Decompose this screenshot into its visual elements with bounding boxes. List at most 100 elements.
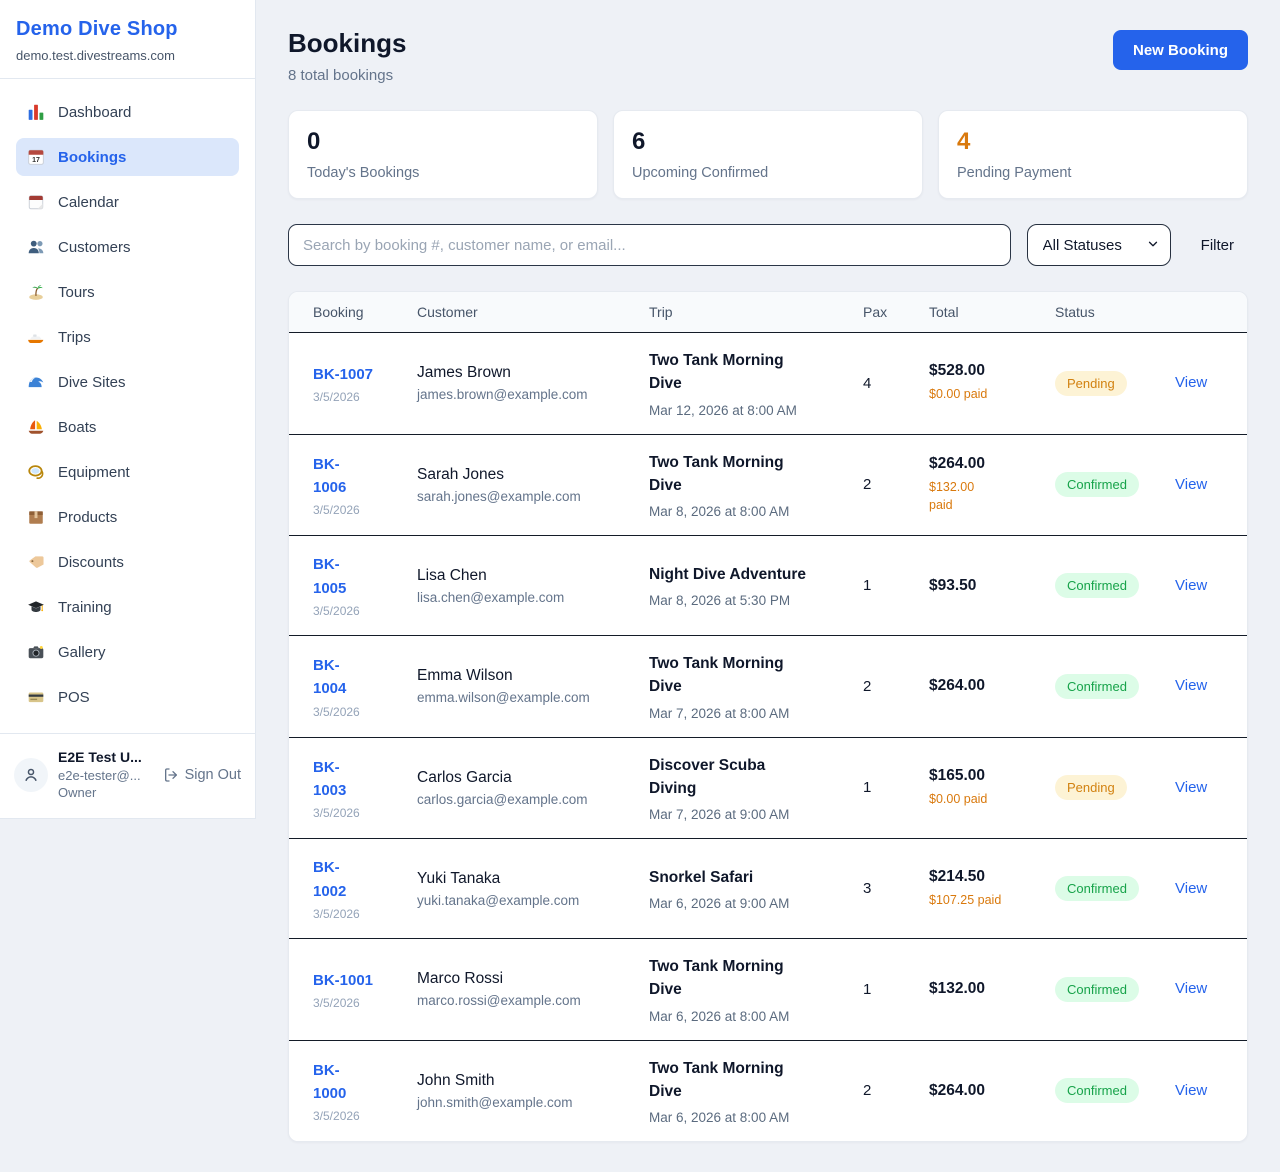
view-link[interactable]: View	[1175, 476, 1207, 493]
stat-label: Today's Bookings	[307, 165, 579, 181]
booking-cell: BK- 1000 3/5/2026	[313, 1059, 417, 1124]
booking-id-link[interactable]: BK- 1000	[313, 1059, 346, 1106]
view-link[interactable]: View	[1175, 577, 1207, 594]
customer-email: marco.rossi@example.com	[417, 993, 637, 1008]
wave-icon	[26, 372, 46, 392]
booking-cell: BK- 1006 3/5/2026	[313, 453, 417, 518]
sidebar-item-dive-sites[interactable]: Dive Sites	[16, 363, 239, 401]
trip-datetime: Mar 8, 2026 at 8:00 AM	[649, 504, 851, 519]
pax-value: 1	[863, 779, 929, 796]
sidebar-item-products[interactable]: Products	[16, 498, 239, 536]
sidebar-item-label: Discounts	[58, 554, 124, 571]
total-cell: $214.50 $107.25 paid	[929, 868, 1055, 910]
filter-row: All Statuses Filter	[288, 224, 1248, 266]
status-select[interactable]: All Statuses	[1027, 224, 1171, 266]
sidebar-item-label: Products	[58, 509, 117, 526]
paid-amount: $0.00 paid	[929, 385, 1043, 404]
trip-datetime: Mar 12, 2026 at 8:00 AM	[649, 403, 851, 418]
search-input[interactable]	[288, 224, 1011, 266]
table-row: BK- 1003 3/5/2026 Carlos Garcia carlos.g…	[289, 738, 1247, 840]
sidebar-item-training[interactable]: Training	[16, 588, 239, 626]
trip-datetime: Mar 6, 2026 at 8:00 AM	[649, 1009, 851, 1024]
view-link[interactable]: View	[1175, 880, 1207, 897]
table-row: BK- 1004 3/5/2026 Emma Wilson emma.wilso…	[289, 636, 1247, 738]
sidebar-item-customers[interactable]: Customers	[16, 228, 239, 266]
status-cell: Confirmed	[1055, 573, 1175, 598]
total-cell: $264.00	[929, 1082, 1055, 1100]
status-badge: Confirmed	[1055, 674, 1139, 699]
sidebar-item-equipment[interactable]: Equipment	[16, 453, 239, 491]
booking-id-link[interactable]: BK- 1006	[313, 453, 346, 500]
view-link[interactable]: View	[1175, 1082, 1207, 1099]
island-icon	[26, 282, 46, 302]
sidebar-item-boats[interactable]: Boats	[16, 408, 239, 446]
booking-id-link[interactable]: BK- 1005	[313, 553, 346, 600]
sign-out-button[interactable]: Sign Out	[163, 767, 241, 783]
customer-email: carlos.garcia@example.com	[417, 792, 637, 807]
trip-datetime: Mar 7, 2026 at 9:00 AM	[649, 807, 851, 822]
trip-name: Snorkel Safari	[649, 866, 851, 889]
user-name: E2E Test U...	[58, 748, 142, 767]
total-bookings-count: 8 total bookings	[288, 67, 406, 84]
trip-cell: Two Tank Morning Dive Mar 12, 2026 at 8:…	[649, 349, 863, 418]
customer-cell: John Smith john.smith@example.com	[417, 1072, 649, 1110]
sidebar-item-label: Dive Sites	[58, 374, 126, 391]
stat-value: 0	[307, 128, 579, 156]
filter-button[interactable]: Filter	[1187, 237, 1248, 254]
sidebar-item-pos[interactable]: POS	[16, 678, 239, 716]
trip-cell: Discover Scuba Diving Mar 7, 2026 at 9:0…	[649, 754, 863, 823]
sidebar-item-label: Gallery	[58, 644, 106, 661]
action-cell: View	[1175, 880, 1223, 898]
trip-cell: Two Tank Morning Dive Mar 8, 2026 at 8:0…	[649, 451, 863, 520]
col-header-total: Total	[929, 304, 1055, 320]
sidebar-item-trips[interactable]: Trips	[16, 318, 239, 356]
status-cell: Confirmed	[1055, 674, 1175, 699]
trip-name: Two Tank Morning Dive	[649, 451, 851, 498]
trip-datetime: Mar 6, 2026 at 8:00 AM	[649, 1110, 851, 1125]
action-cell: View	[1175, 1082, 1223, 1100]
people-icon	[26, 237, 46, 257]
tear-calendar-icon	[26, 192, 46, 212]
pax-value: 2	[863, 1082, 929, 1099]
trip-datetime: Mar 7, 2026 at 8:00 AM	[649, 706, 851, 721]
view-link[interactable]: View	[1175, 677, 1207, 694]
sidebar-item-label: Customers	[58, 239, 131, 256]
total-amount: $93.50	[929, 577, 1043, 595]
sidebar-item-bookings[interactable]: 17 Bookings	[16, 138, 239, 176]
person-icon	[22, 766, 40, 784]
status-badge: Confirmed	[1055, 977, 1139, 1002]
sidebar-item-calendar[interactable]: Calendar	[16, 183, 239, 221]
avatar	[14, 758, 48, 792]
stat-label: Upcoming Confirmed	[632, 165, 904, 181]
trip-cell: Two Tank Morning Dive Mar 6, 2026 at 8:0…	[649, 955, 863, 1024]
sidebar: Demo Dive Shop demo.test.divestreams.com…	[0, 0, 256, 819]
pax-value: 3	[863, 880, 929, 897]
sidebar-item-dashboard[interactable]: Dashboard	[16, 93, 239, 131]
view-link[interactable]: View	[1175, 374, 1207, 391]
view-link[interactable]: View	[1175, 980, 1207, 997]
booking-id-link[interactable]: BK- 1003	[313, 756, 346, 803]
sidebar-item-tours[interactable]: Tours	[16, 273, 239, 311]
sidebar-item-gallery[interactable]: Gallery	[16, 633, 239, 671]
status-badge: Confirmed	[1055, 472, 1139, 497]
status-cell: Confirmed	[1055, 977, 1175, 1002]
stat-card-pending-payment: 4 Pending Payment	[938, 110, 1248, 199]
sidebar-item-label: Dashboard	[58, 104, 131, 121]
col-header-trip: Trip	[649, 304, 863, 320]
new-booking-button[interactable]: New Booking	[1113, 30, 1248, 70]
booking-id-link[interactable]: BK- 1002	[313, 856, 346, 903]
status-badge: Confirmed	[1055, 573, 1139, 598]
customer-cell: Lisa Chen lisa.chen@example.com	[417, 567, 649, 605]
booking-id-link[interactable]: BK-1007	[313, 363, 373, 386]
trip-name: Night Dive Adventure	[649, 563, 851, 586]
pax-value: 4	[863, 375, 929, 392]
status-cell: Confirmed	[1055, 472, 1175, 497]
stat-label: Pending Payment	[957, 165, 1229, 181]
total-cell: $165.00 $0.00 paid	[929, 767, 1055, 809]
booking-id-link[interactable]: BK-1001	[313, 969, 373, 992]
view-link[interactable]: View	[1175, 779, 1207, 796]
customer-email: lisa.chen@example.com	[417, 590, 637, 605]
booking-id-link[interactable]: BK- 1004	[313, 654, 346, 701]
user-role: Owner	[58, 784, 142, 802]
sidebar-item-discounts[interactable]: Discounts	[16, 543, 239, 581]
